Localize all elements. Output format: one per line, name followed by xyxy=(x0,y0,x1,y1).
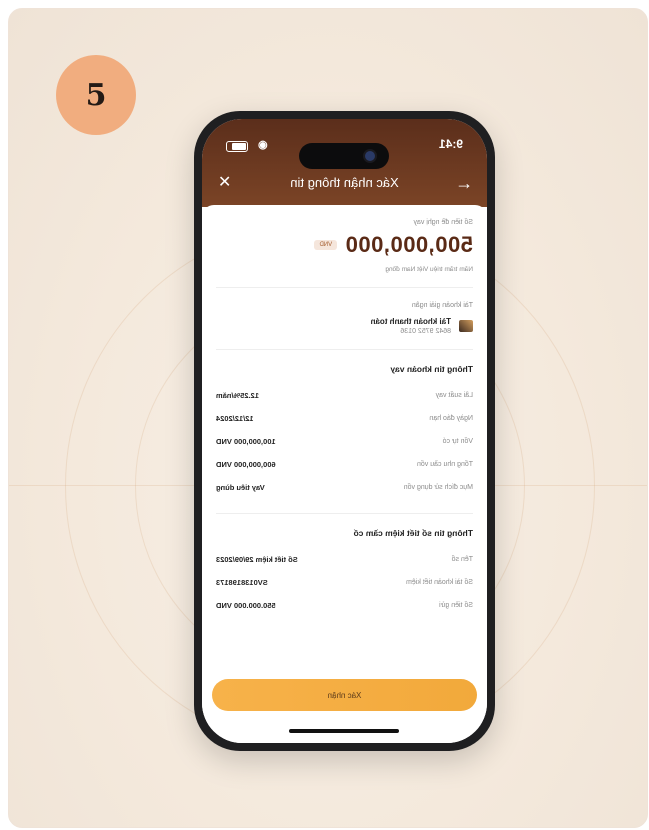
divider xyxy=(216,349,473,350)
background-card: 5 9:41 ◉ ← Xác nhận thông tin ✕ Số tiền … xyxy=(8,8,648,828)
row-value: SV0138198173 xyxy=(216,578,268,587)
status-bar: 9:41 ◉ xyxy=(202,135,487,169)
info-row: Lãi suất vay 12.25%/năm xyxy=(216,384,473,407)
row-value: Sổ tiết kiệm 29/09/2023 xyxy=(216,555,298,564)
row-label: Tổng nhu cầu vốn xyxy=(416,461,473,468)
row-value: 12.25%/năm xyxy=(216,391,259,400)
home-indicator[interactable] xyxy=(289,729,400,733)
loan-info-section: Thông tin khoản vay Lãi suất vay 12.25%/… xyxy=(202,364,487,499)
confirm-button-label: Xác nhận xyxy=(327,690,362,700)
phone-screen: 9:41 ◉ ← Xác nhận thông tin ✕ Số tiền đề… xyxy=(202,119,487,743)
wifi-icon: ◉ xyxy=(258,139,268,151)
battery-icon xyxy=(226,141,248,152)
info-row: Số tiền gửi 550.000.000 VND xyxy=(216,594,473,617)
row-value: 12/12/2024 xyxy=(216,414,254,423)
disbursement-section: Tài khoản giải ngân Tài khoản thanh toán… xyxy=(202,302,487,335)
savings-info-section: Thông tin sổ tiết kiệm cầm cố Tên sổ Sổ … xyxy=(202,528,487,617)
footer: Xác nhận xyxy=(202,673,487,743)
step-badge: 5 xyxy=(56,55,136,135)
row-label: Ngày đáo hạn xyxy=(429,415,473,422)
disbursement-account[interactable]: Tài khoản thanh toán 8642 9752 0136 xyxy=(216,317,473,335)
row-label: Lãi suất vay xyxy=(435,392,473,399)
row-label: Mục đích sử dụng vốn xyxy=(403,484,473,491)
account-number: 8642 9752 0136 xyxy=(400,328,451,335)
row-label: Vốn tự có xyxy=(442,438,473,445)
amount-section: Số tiền đề nghị vay 500,000,000 VND Năm … xyxy=(202,205,487,273)
mirrored-content: 9:41 ◉ ← Xác nhận thông tin ✕ Số tiền đề… xyxy=(202,119,487,743)
close-icon[interactable]: ✕ xyxy=(218,171,231,195)
divider xyxy=(216,513,473,514)
phone-frame: 9:41 ◉ ← Xác nhận thông tin ✕ Số tiền đề… xyxy=(194,111,495,751)
info-row: Tên sổ Sổ tiết kiệm 29/09/2023 xyxy=(216,548,473,571)
nav-bar: ← Xác nhận thông tin ✕ xyxy=(202,171,487,195)
currency-badge: VND xyxy=(314,240,338,250)
row-label: Số tiền gửi xyxy=(439,602,473,609)
account-name: Tài khoản thanh toán xyxy=(370,317,451,326)
wallet-icon xyxy=(459,320,473,332)
info-row: Mục đích sử dụng vốn Vay tiêu dùng xyxy=(216,476,473,499)
info-row: Vốn tự có 100,000,000 VND xyxy=(216,430,473,453)
page-title: Xác nhận thông tin xyxy=(290,175,399,190)
row-value: Vay tiêu dùng xyxy=(216,483,265,492)
content: Số tiền đề nghị vay 500,000,000 VND Năm … xyxy=(202,205,487,673)
amount-value: 500,000,000 xyxy=(345,232,473,257)
status-time: 9:41 xyxy=(438,137,463,151)
header: 9:41 ◉ ← Xác nhận thông tin ✕ xyxy=(202,119,487,207)
info-row: Tổng nhu cầu vốn 600,000,000 VND xyxy=(216,453,473,476)
camera-icon xyxy=(365,151,376,161)
amount-row: 500,000,000 VND xyxy=(216,232,473,258)
dynamic-island xyxy=(299,143,390,169)
row-value: 550.000.000 VND xyxy=(216,601,276,610)
amount-in-words: Năm trăm triệu Việt Nam đồng xyxy=(385,266,473,273)
row-label: Tên sổ xyxy=(451,556,473,563)
row-label: Số tài khoản tiết kiệm xyxy=(406,579,473,586)
amount-label: Số tiền đề nghị vay xyxy=(413,219,473,226)
row-value: 600,000,000 VND xyxy=(216,460,276,469)
loan-info-title: Thông tin khoản vay xyxy=(390,364,473,374)
disbursement-label: Tài khoản giải ngân xyxy=(411,302,473,309)
row-value: 100,000,000 VND xyxy=(216,437,276,446)
divider xyxy=(216,287,473,288)
info-row: Ngày đáo hạn 12/12/2024 xyxy=(216,407,473,430)
confirm-button[interactable]: Xác nhận xyxy=(212,679,477,711)
savings-info-title: Thông tin sổ tiết kiệm cầm cố xyxy=(353,528,474,538)
step-number: 5 xyxy=(85,77,107,113)
info-row: Số tài khoản tiết kiệm SV0138198173 xyxy=(216,571,473,594)
